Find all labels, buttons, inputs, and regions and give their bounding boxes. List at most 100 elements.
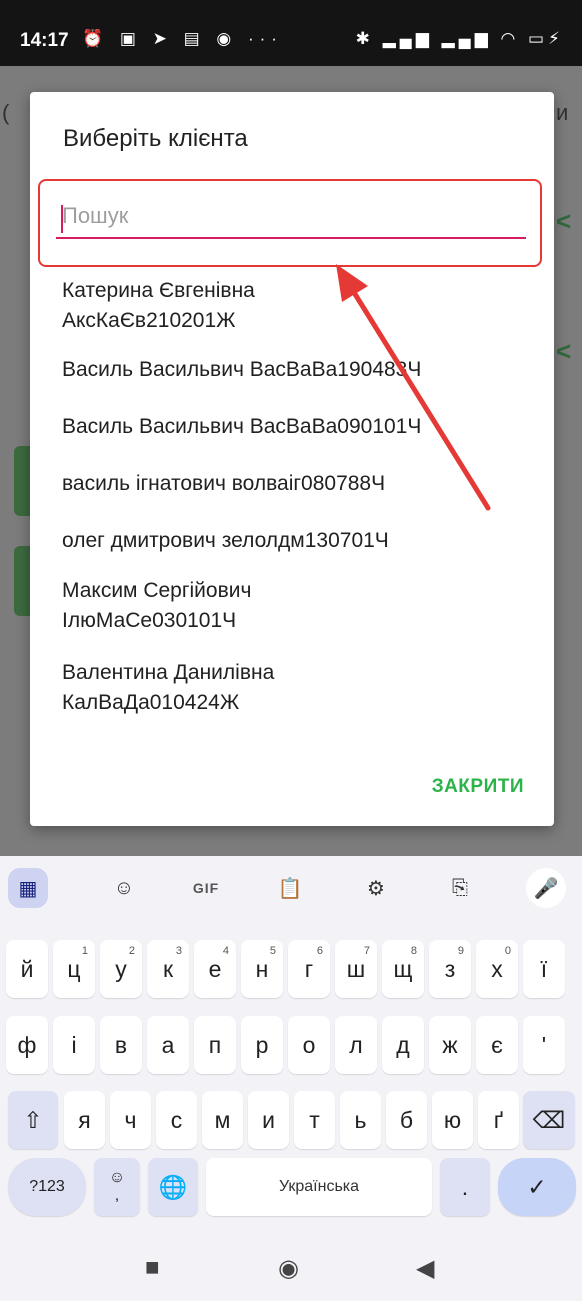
key-label: н: [255, 955, 269, 982]
notification-icons: ⏰ ▣ ➤ ▤ ◉ ···: [82, 29, 283, 48]
sticker-icon[interactable]: ☺: [104, 868, 144, 908]
key-п[interactable]: п: [194, 1016, 236, 1074]
key-є[interactable]: є: [476, 1016, 518, 1074]
space-bar[interactable]: Українська: [206, 1158, 432, 1216]
key-н[interactable]: н5: [241, 940, 283, 998]
key-з[interactable]: з9: [429, 940, 471, 998]
key-ю[interactable]: ю: [432, 1091, 473, 1149]
back-triangle-icon[interactable]: ◀: [416, 1254, 434, 1283]
key-ь[interactable]: ь: [340, 1091, 381, 1149]
key-ж[interactable]: ж: [429, 1016, 471, 1074]
key-label: х: [491, 955, 503, 982]
key-л[interactable]: л: [335, 1016, 377, 1074]
key-label: б: [399, 1106, 414, 1133]
client-item[interactable]: василь ігнатович волваіг080788Ч: [62, 469, 532, 499]
key-number-hint: 7: [363, 945, 370, 957]
microphone-icon[interactable]: 🎤: [526, 868, 566, 908]
emoji-comma-key[interactable]: ☺ ,: [94, 1158, 140, 1216]
key-р[interactable]: р: [241, 1016, 283, 1074]
client-name: Катерина Євгенівна: [62, 279, 255, 302]
key-label: ь: [354, 1106, 367, 1133]
apps-grid-icon[interactable]: ▦: [8, 868, 48, 908]
key-label: з: [444, 955, 456, 982]
key-щ[interactable]: щ8: [382, 940, 424, 998]
client-item[interactable]: Катерина Євгенівна АксКаЄв210201Ж: [62, 276, 532, 336]
system-status-icons: ✱ ▂▄▆ ▂▄▆ ◠ ▭⚡: [355, 29, 564, 48]
client-item[interactable]: Максим Сергійович ІлюМаСе030101Ч: [62, 576, 532, 636]
settings-gear-icon[interactable]: ⚙: [356, 868, 396, 908]
shift-key[interactable]: ⇧: [8, 1091, 58, 1149]
globe-language-icon[interactable]: 🌐: [148, 1158, 198, 1216]
client-item[interactable]: Василь Васильвич ВасВаВа090101Ч: [62, 412, 532, 442]
client-name: Максим Сергійович: [62, 579, 252, 602]
key-м[interactable]: м: [202, 1091, 243, 1149]
key-ш[interactable]: ш7: [335, 940, 377, 998]
key-'[interactable]: ': [523, 1016, 565, 1074]
key-т[interactable]: т: [294, 1091, 335, 1149]
home-circle-icon[interactable]: ◉: [278, 1254, 299, 1283]
clipboard-icon[interactable]: 📋: [270, 868, 310, 908]
key-и[interactable]: и: [248, 1091, 289, 1149]
key-label: е: [208, 955, 222, 982]
key-number-hint: 5: [269, 945, 276, 957]
key-label: є: [491, 1031, 503, 1058]
key-д[interactable]: д: [382, 1016, 424, 1074]
gif-button[interactable]: GIF: [186, 868, 226, 908]
search-input[interactable]: [56, 195, 526, 239]
background-chevron-icon: <: [556, 206, 572, 236]
key-й[interactable]: й: [6, 940, 48, 998]
key-а[interactable]: а: [147, 1016, 189, 1074]
key-label: ф: [17, 1031, 37, 1058]
close-button[interactable]: ЗАКРИТИ: [432, 776, 524, 798]
status-time: 14:17: [20, 30, 69, 51]
key-label: ї: [540, 955, 548, 982]
key-ґ[interactable]: ґ: [478, 1091, 519, 1149]
key-х[interactable]: х0: [476, 940, 518, 998]
client-item[interactable]: Валентина Данилівна КалВаДа010424Ж: [62, 658, 532, 718]
key-label: г: [304, 955, 314, 982]
key-label: ґ: [493, 1106, 504, 1133]
key-ц[interactable]: ц1: [53, 940, 95, 998]
status-bar: 14:17 ⏰ ▣ ➤ ▤ ◉ ··· ✱ ▂▄▆ ▂▄▆ ◠ ▭⚡: [0, 0, 582, 66]
navigation-bar: ■ ◉ ◀: [0, 1236, 582, 1301]
key-label: т: [309, 1106, 320, 1133]
period-key[interactable]: .: [440, 1158, 490, 1216]
key-label: о: [302, 1031, 316, 1058]
translate-icon[interactable]: ⎘: [440, 868, 480, 908]
key-б[interactable]: б: [386, 1091, 427, 1149]
key-label: ц: [67, 955, 81, 982]
key-label: п: [208, 1031, 222, 1058]
emoji-icon: ☺: [108, 1169, 126, 1186]
key-number-hint: 8: [410, 945, 417, 957]
key-у[interactable]: у2: [100, 940, 142, 998]
key-ф[interactable]: ф: [6, 1016, 48, 1074]
keyboard-toolbar: ▦ ☺ GIF 📋 ⚙ ⎘ 🎤: [0, 856, 582, 920]
enter-checkmark-icon[interactable]: ✓: [498, 1158, 576, 1216]
client-name: Валентина Данилівна: [62, 661, 275, 684]
key-я[interactable]: я: [64, 1091, 105, 1149]
key-о[interactable]: о: [288, 1016, 330, 1074]
key-label: ю: [443, 1106, 462, 1133]
key-ч[interactable]: ч: [110, 1091, 151, 1149]
backspace-icon[interactable]: ⌫: [523, 1091, 575, 1149]
search-highlight-box: [38, 179, 542, 267]
client-item[interactable]: олег дмитрович зелолдм130701Ч: [62, 526, 532, 556]
key-label: д: [396, 1031, 410, 1058]
client-code: КалВаДа010424Ж: [62, 691, 240, 714]
key-number-hint: 2: [128, 945, 135, 957]
key-е[interactable]: е4: [194, 940, 236, 998]
client-name: Василь Васильвич ВасВаВа190483Ч: [62, 358, 422, 381]
client-item[interactable]: Василь Васильвич ВасВаВа190483Ч: [62, 355, 532, 385]
key-г[interactable]: г6: [288, 940, 330, 998]
key-ї[interactable]: ї: [523, 940, 565, 998]
key-к[interactable]: к3: [147, 940, 189, 998]
recents-square-icon[interactable]: ■: [145, 1254, 160, 1282]
key-в[interactable]: в: [100, 1016, 142, 1074]
key-с[interactable]: с: [156, 1091, 197, 1149]
key-label: а: [161, 1031, 175, 1058]
key-і[interactable]: і: [53, 1016, 95, 1074]
key-label: у: [115, 955, 127, 982]
key-number-hint: 4: [222, 945, 229, 957]
key-label: й: [20, 955, 34, 982]
symbols-key[interactable]: ?123: [8, 1158, 86, 1216]
